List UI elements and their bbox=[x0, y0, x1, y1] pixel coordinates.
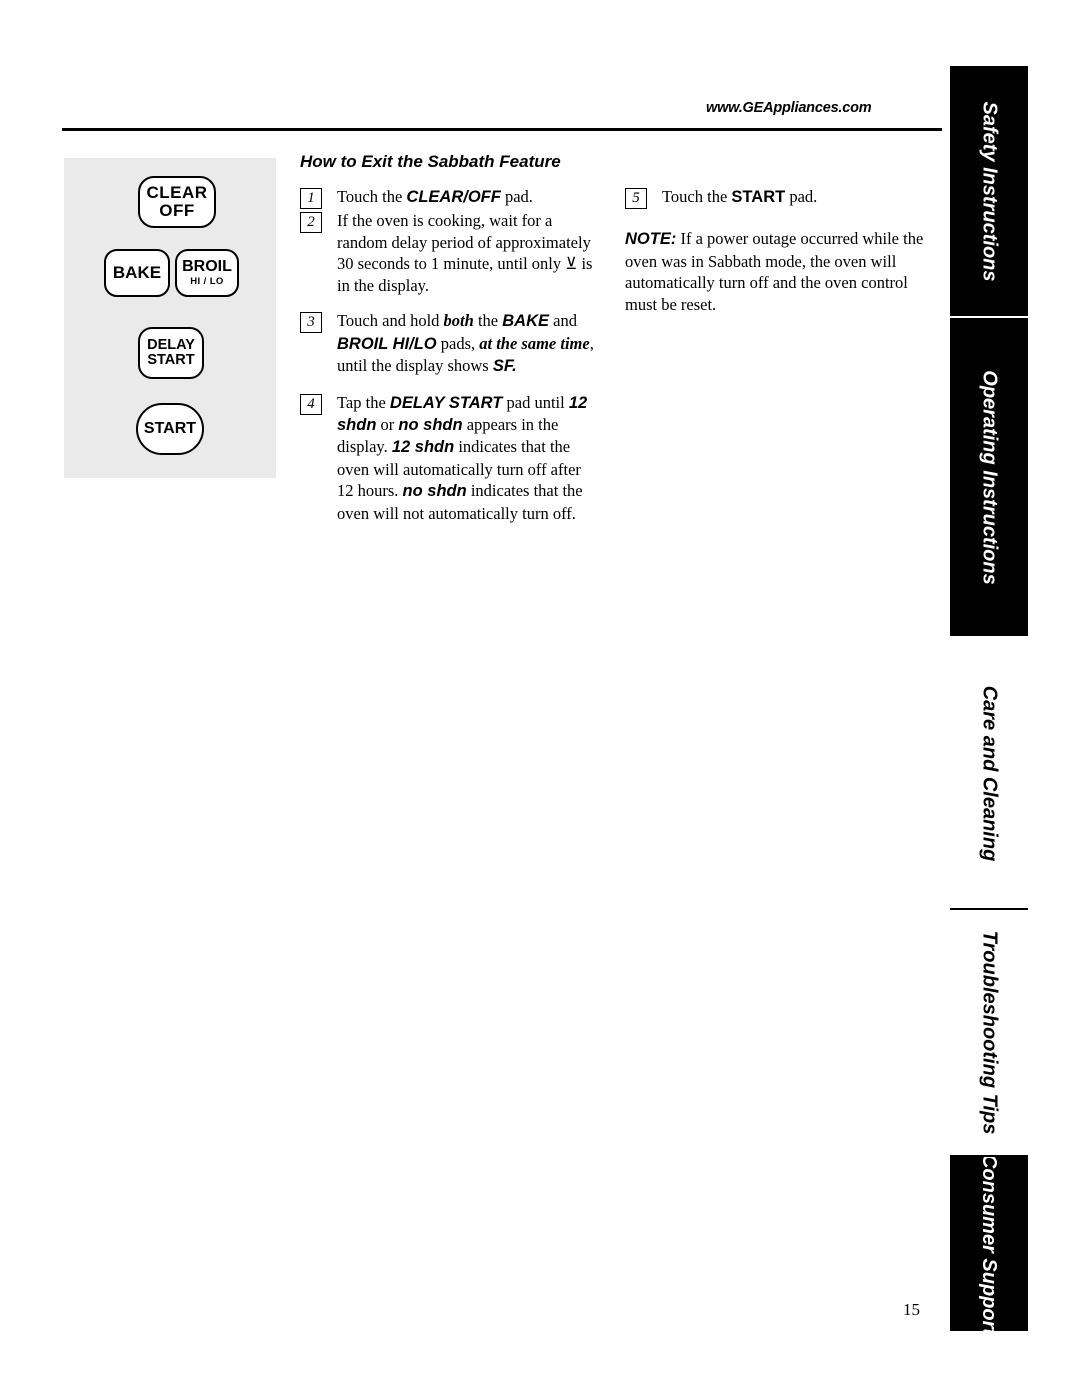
step-3-text: Touch and hold both the BAKE and BROIL H… bbox=[337, 311, 594, 376]
tab-care-and-cleaning-label: Care and Cleaning bbox=[978, 685, 1001, 861]
step-5-text: Touch the START pad. bbox=[662, 187, 818, 206]
step-1-number: 1 bbox=[300, 188, 322, 209]
step-2-text: If the oven is cooking, wait for a rando… bbox=[337, 211, 593, 295]
page-number: 15 bbox=[903, 1300, 920, 1319]
step-5: 5 Touch the START pad. bbox=[625, 186, 935, 209]
clear-off-line1: CLEAR bbox=[146, 183, 208, 203]
step-2: 2 If the oven is cooking, wait for a ran… bbox=[300, 210, 600, 296]
broil-hi-lo-pad: BROIL HI / LO bbox=[175, 249, 239, 297]
clear-off-pad: CLEAR OFF bbox=[138, 176, 216, 228]
tab-operating-instructions[interactable]: Operating Instructions bbox=[950, 318, 1028, 636]
step-4-number: 4 bbox=[300, 393, 322, 415]
tab-safety-instructions-label: Safety Instructions bbox=[978, 100, 1001, 282]
tab-consumer-support-label: Consumer Support bbox=[978, 1157, 1001, 1331]
header-divider bbox=[62, 128, 942, 131]
step-1-text: Touch the CLEAR/OFF pad. bbox=[337, 187, 533, 206]
tab-troubleshooting-tips[interactable]: Troubleshooting Tips bbox=[950, 910, 1028, 1155]
start-pad: START bbox=[136, 403, 204, 455]
delay-start-line1: DELAY bbox=[147, 336, 195, 353]
tab-care-and-cleaning[interactable]: Care and Cleaning bbox=[950, 638, 1028, 908]
website-url: www.GEAppliances.com bbox=[706, 100, 872, 116]
tab-operating-instructions-label: Operating Instructions bbox=[978, 369, 1001, 585]
steps-column-right: 5 Touch the START pad. NOTE: If a power … bbox=[625, 186, 935, 315]
start-label: START bbox=[143, 419, 197, 437]
delay-start-pad: DELAY START bbox=[138, 327, 204, 379]
broil-label: BROIL bbox=[182, 257, 232, 275]
step-1: 1 Touch the CLEAR/OFF pad. bbox=[300, 186, 600, 209]
section-tabs: Safety Instructions Operating Instructio… bbox=[950, 66, 1028, 1331]
tab-troubleshooting-tips-label: Troubleshooting Tips bbox=[978, 930, 1001, 1135]
steps-column-left: 1 Touch the CLEAR/OFF pad. 2 If the oven… bbox=[300, 186, 600, 526]
clear-off-line2: OFF bbox=[159, 201, 195, 220]
page-title: How to Exit the Sabbath Feature bbox=[300, 152, 561, 171]
broil-sub-label: HI / LO bbox=[190, 276, 224, 288]
step-3: 3 Touch and hold both the BAKE and BROIL… bbox=[300, 310, 600, 377]
step-3-number: 3 bbox=[300, 312, 322, 334]
tab-consumer-support[interactable]: Consumer Support bbox=[950, 1157, 1028, 1331]
bake-pad: BAKE bbox=[104, 249, 170, 297]
step-5-number: 5 bbox=[625, 188, 647, 209]
step-2-number: 2 bbox=[300, 212, 322, 234]
step-4: 4 Tap the DELAY START pad until 12 shdn … bbox=[300, 392, 600, 525]
bake-label: BAKE bbox=[112, 263, 162, 283]
sabbath-note: NOTE: If a power outage occurred while t… bbox=[625, 229, 924, 314]
step-4-text: Tap the DELAY START pad until 12 shdn or… bbox=[337, 392, 588, 523]
tab-safety-instructions[interactable]: Safety Instructions bbox=[950, 66, 1028, 316]
delay-start-line2: START bbox=[147, 352, 195, 368]
